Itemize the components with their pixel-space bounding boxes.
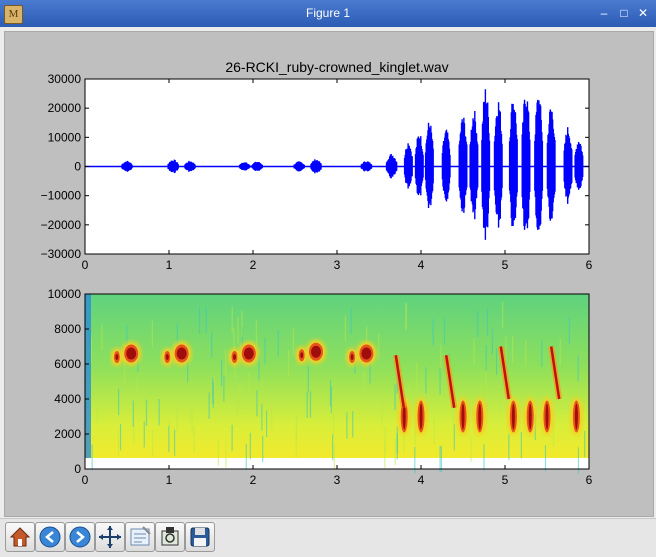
syllable-high bbox=[356, 341, 377, 366]
y-tick-label: 2000 bbox=[54, 427, 81, 441]
waveform-burst bbox=[534, 99, 544, 230]
x-tick-label: 5 bbox=[502, 258, 509, 272]
y-tick-label: −10000 bbox=[41, 189, 82, 203]
y-tick-label: 0 bbox=[74, 462, 81, 476]
y-tick-label: 8000 bbox=[54, 322, 81, 336]
back-icon bbox=[39, 526, 61, 548]
back-button[interactable] bbox=[35, 522, 65, 552]
syllable-high bbox=[346, 348, 359, 366]
syllable-low bbox=[456, 397, 470, 436]
minimize-button[interactable]: – bbox=[597, 6, 611, 20]
syllable-high bbox=[121, 341, 142, 366]
x-tick-label: 0 bbox=[82, 258, 89, 272]
x-tick-label: 6 bbox=[586, 258, 593, 272]
syllable-high bbox=[110, 348, 123, 366]
x-tick-label: 2 bbox=[250, 473, 257, 487]
syllable-low bbox=[540, 397, 554, 436]
x-tick-label: 2 bbox=[250, 258, 257, 272]
syllable-low bbox=[414, 397, 428, 436]
forward-icon bbox=[69, 526, 91, 548]
x-tick-label: 5 bbox=[502, 473, 509, 487]
syllable-low bbox=[523, 397, 537, 436]
forward-button[interactable] bbox=[65, 522, 95, 552]
configure-subplots-button[interactable] bbox=[125, 522, 155, 552]
syllable-low bbox=[569, 397, 583, 436]
x-tick-label: 1 bbox=[166, 258, 173, 272]
figure-svg: 26-RCKI_ruby-crowned_kinglet.wav 0 1 2 3 4 5 6… bbox=[41, 59, 593, 487]
syllable-high bbox=[161, 348, 174, 366]
y-tick-label: 20000 bbox=[48, 101, 82, 115]
syllable-low bbox=[506, 397, 520, 436]
figure-canvas[interactable]: 26-RCKI_ruby-crowned_kinglet.wav 0 1 2 3 4 5 6… bbox=[4, 31, 654, 517]
y-tick-label: 10000 bbox=[48, 130, 82, 144]
x-tick-label: 3 bbox=[334, 473, 341, 487]
x-tick-label: 1 bbox=[166, 473, 173, 487]
waveform-title: 26-RCKI_ruby-crowned_kinglet.wav bbox=[225, 59, 448, 75]
y-tick-label: 10000 bbox=[48, 287, 82, 301]
y-tick-label: 30000 bbox=[48, 72, 82, 86]
waveform-burst bbox=[481, 89, 491, 240]
zoom-to-rect-icon bbox=[161, 527, 179, 546]
syllable-high bbox=[171, 341, 192, 366]
home-icon bbox=[9, 527, 31, 547]
save-button[interactable] bbox=[185, 522, 215, 552]
save-icon bbox=[190, 527, 210, 547]
home-button[interactable] bbox=[5, 522, 35, 552]
navigation-toolbar bbox=[0, 518, 656, 557]
pan-icon bbox=[99, 526, 121, 548]
waveform-burst bbox=[493, 102, 503, 228]
x-tick-label: 3 bbox=[334, 258, 341, 272]
syllable-low bbox=[473, 397, 487, 436]
window-titlebar[interactable]: M Figure 1 – □ ✕ bbox=[0, 0, 656, 27]
waveform-burst bbox=[574, 141, 584, 190]
y-tick-label: −30000 bbox=[41, 247, 82, 261]
y-tick-label: −20000 bbox=[41, 218, 82, 232]
x-tick-label: 4 bbox=[418, 473, 425, 487]
configure-subplots-icon bbox=[130, 526, 151, 546]
y-tick-label: 4000 bbox=[54, 392, 81, 406]
y-tick-label: 0 bbox=[74, 160, 81, 174]
pan-button[interactable] bbox=[95, 522, 125, 552]
spectrogram-edge bbox=[85, 294, 91, 458]
waveform-burst bbox=[521, 99, 531, 230]
close-button[interactable]: ✕ bbox=[636, 6, 650, 20]
y-tick-label: 6000 bbox=[54, 357, 81, 371]
window-title: Figure 1 bbox=[305, 6, 351, 20]
maximize-button[interactable]: □ bbox=[617, 6, 631, 20]
syllable-high bbox=[228, 348, 241, 366]
syllable-high bbox=[295, 346, 308, 365]
waveform-burst bbox=[508, 103, 518, 227]
zoom-to-rect-button[interactable] bbox=[155, 522, 185, 552]
syllable-high bbox=[306, 339, 326, 364]
x-tick-label: 0 bbox=[82, 473, 89, 487]
waveform-burst bbox=[403, 143, 413, 189]
x-tick-label: 4 bbox=[418, 258, 425, 272]
syllable-high bbox=[238, 341, 259, 366]
x-tick-label: 6 bbox=[586, 473, 593, 487]
